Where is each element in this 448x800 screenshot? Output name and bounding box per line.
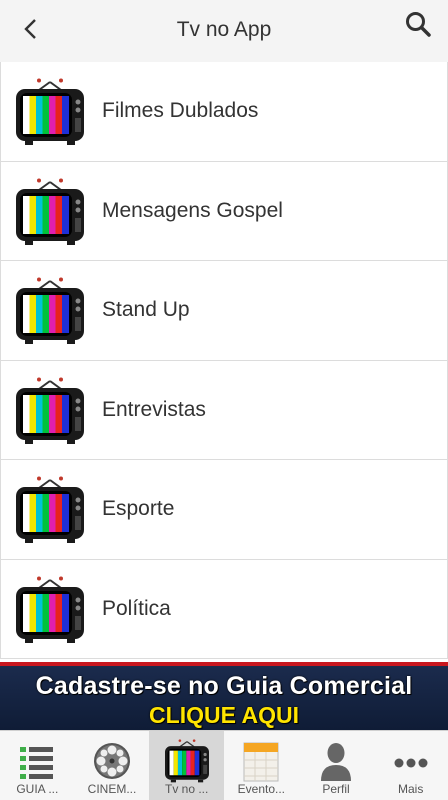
list-item-esporte[interactable]: Esporte	[0, 460, 448, 560]
tv-icon	[15, 576, 85, 644]
list-icon	[20, 747, 54, 779]
tv-icon	[15, 377, 85, 445]
list-item-filmes-dublados[interactable]: Filmes Dublados	[0, 62, 448, 162]
tv-icon	[15, 277, 85, 345]
list-item-stand-up[interactable]: Stand Up	[0, 261, 448, 361]
category-list: Filmes Dublados Mensagens Gospel Stand U…	[0, 62, 448, 659]
tv-icon	[15, 78, 85, 146]
search-icon	[405, 11, 431, 42]
list-item-label: Entrevistas	[102, 397, 206, 421]
page-title: Tv no App	[176, 18, 272, 41]
tv-icon	[15, 178, 85, 246]
tab-perfil[interactable]: Perfil	[299, 731, 374, 800]
list-item-politica[interactable]: Política	[0, 559, 448, 659]
tab-tv-no-app[interactable]: Tv no ...	[149, 731, 225, 800]
tab-eventos[interactable]: Evento...	[224, 731, 299, 800]
tab-label: Mais	[398, 782, 424, 796]
list-item-mensagens-gospel[interactable]: Mensagens Gospel	[0, 161, 448, 261]
tab-label: Perfil	[322, 782, 350, 796]
calendar-icon	[243, 742, 279, 782]
list-item-label: Mensagens Gospel	[102, 198, 283, 222]
tab-label: Tv no ...	[165, 782, 209, 796]
person-icon	[321, 743, 352, 781]
tv-icon	[15, 476, 85, 544]
more-icon	[394, 758, 428, 768]
list-item-label: Stand Up	[102, 298, 190, 322]
bottom-tab-bar: GUIA ... CINEM... Tv no ... Evento... Pe…	[0, 730, 448, 800]
film-reel-icon	[94, 743, 130, 779]
list-item-label: Política	[102, 596, 171, 620]
banner-cta: CLIQUE AQUI	[149, 702, 299, 728]
app-header: Tv no App	[0, 0, 448, 62]
tv-icon	[164, 739, 210, 783]
search-button[interactable]	[402, 10, 434, 42]
list-item-entrevistas[interactable]: Entrevistas	[0, 360, 448, 460]
tab-label: Evento...	[237, 782, 286, 796]
tab-guia[interactable]: GUIA ...	[0, 731, 75, 800]
tab-label: CINEM...	[87, 782, 137, 796]
register-banner[interactable]: Cadastre-se no Guia Comercial CLIQUE AQU…	[0, 662, 448, 730]
list-item-label: Filmes Dublados	[102, 99, 259, 123]
banner-headline: Cadastre-se no Guia Comercial	[35, 672, 413, 700]
tab-mais[interactable]: Mais	[373, 731, 448, 800]
tab-cinema[interactable]: CINEM...	[75, 731, 150, 800]
tab-label: GUIA ...	[16, 782, 59, 796]
list-item-label: Esporte	[102, 497, 175, 521]
